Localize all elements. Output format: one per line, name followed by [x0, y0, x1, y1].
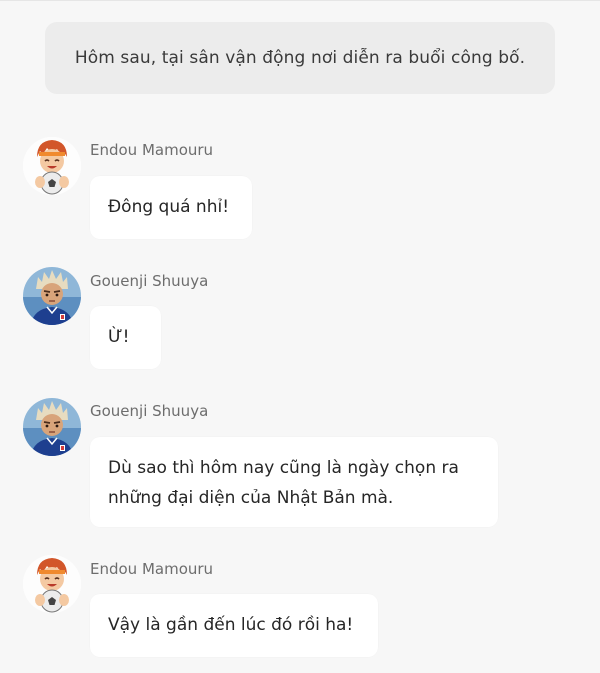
- narration-box: Hôm sau, tại sân vận động nơi diễn ra bu…: [45, 22, 555, 94]
- message-bubble: Dù sao thì hôm nay cũng là ngày chọn ra …: [90, 437, 498, 527]
- endou-avatar[interactable]: [23, 137, 81, 195]
- gouenji-avatar[interactable]: [23, 267, 81, 325]
- message-bubble: Vậy là gần đến lúc đó rồi ha!: [90, 594, 378, 657]
- message-bubble: Đông quá nhỉ!: [90, 176, 252, 239]
- speaker-name: Gouenji Shuuya: [90, 402, 209, 420]
- narration-text: Hôm sau, tại sân vận động nơi diễn ra bu…: [74, 48, 526, 68]
- endou-avatar[interactable]: [23, 555, 81, 613]
- speaker-name: Endou Mamouru: [90, 560, 214, 578]
- speaker-name: Gouenji Shuuya: [90, 272, 209, 290]
- top-divider: [0, 0, 600, 1]
- message-bubble: Ừ!: [90, 306, 161, 369]
- gouenji-avatar[interactable]: [23, 398, 81, 456]
- speaker-name: Endou Mamouru: [90, 141, 214, 159]
